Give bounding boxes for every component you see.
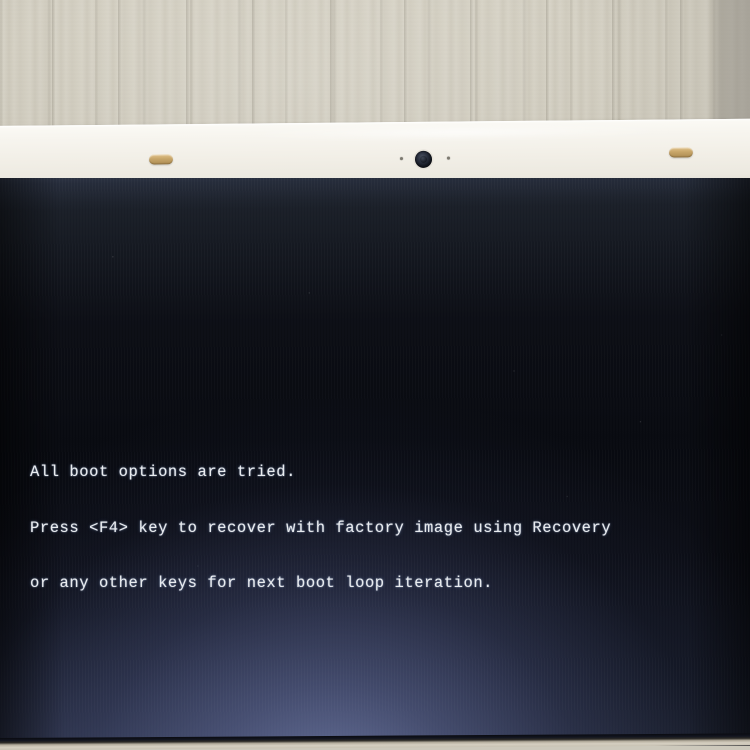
- microphone-dot-right-icon: [446, 156, 451, 160]
- boot-message-line-3: or any other keys for next boot loop ite…: [30, 574, 494, 592]
- webcam-lens-icon: [414, 150, 433, 168]
- bumper-pad-left-icon: [148, 154, 174, 165]
- boot-message-line-1: All boot options are tried.: [30, 463, 296, 481]
- microphone-dot-left-icon: [399, 157, 404, 161]
- laptop-screen: All boot options are tried. Press <F4> k…: [0, 178, 750, 746]
- screenshot-root: All boot options are tried. Press <F4> k…: [0, 0, 750, 750]
- boot-message-block: All boot options are tried. Press <F4> k…: [30, 426, 611, 630]
- bumper-pad-right-icon: [668, 147, 693, 158]
- bezel-glare-reflection: [241, 124, 672, 141]
- screen-top-sheen: [0, 178, 750, 212]
- boot-message-line-2: Press <F4> key to recover with factory i…: [30, 518, 612, 537]
